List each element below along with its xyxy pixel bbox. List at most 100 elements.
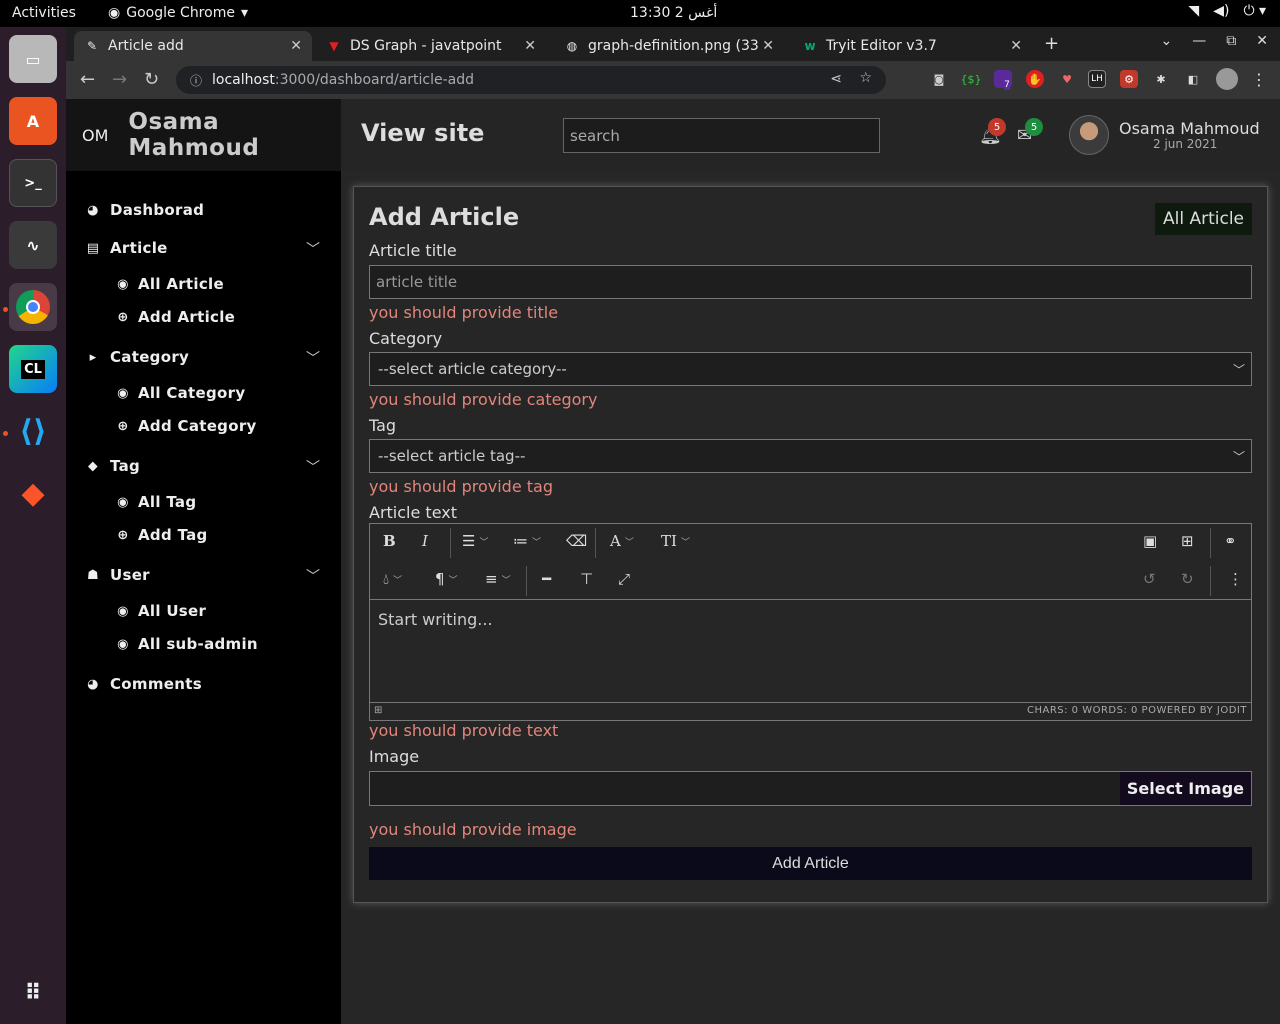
minimize-icon[interactable]: — <box>1192 33 1206 49</box>
brand[interactable]: OM Osama Mahmoud <box>66 99 341 171</box>
software-center-icon[interactable]: A <box>9 97 57 145</box>
profile-avatar[interactable] <box>1216 68 1238 90</box>
address-bar[interactable]: ⓘ localhost :3000/dashboard/article-add … <box>176 66 886 94</box>
bold-icon[interactable]: B <box>383 532 396 550</box>
avatar[interactable] <box>1069 115 1109 155</box>
close-tab-icon[interactable]: ✕ <box>1010 38 1022 54</box>
chrome-menu-icon[interactable]: ⋮ <box>1250 70 1268 89</box>
sidebar-item-tag[interactable]: ⬥ Tag <box>86 457 140 475</box>
screenshot-extension-icon[interactable]: ◙ <box>930 70 948 88</box>
sidebar-item-category[interactable]: ▸ Category <box>86 348 189 366</box>
all-article-button[interactable]: All Article <box>1154 203 1252 235</box>
brave-icon[interactable]: ◆ <box>9 469 57 517</box>
user-name[interactable]: Osama Mahmoud <box>1119 119 1260 138</box>
json-extension-icon[interactable]: {$} <box>961 70 982 88</box>
sidebar-item-add-tag[interactable]: ⊕ Add Tag <box>116 526 208 544</box>
title-input[interactable] <box>369 265 1252 299</box>
image-input[interactable]: Select Image <box>369 771 1252 806</box>
color-drop-icon[interactable]: 💧︎ ﹀ <box>383 570 402 588</box>
editor-content[interactable]: Start writing... <box>378 610 493 629</box>
undo-icon[interactable]: ↺ <box>1143 570 1156 588</box>
chevron-down-icon[interactable]: ﹀ <box>306 566 320 586</box>
chrome-dock-icon[interactable] <box>9 283 57 331</box>
sidebar-item-all-subadmin[interactable]: ◉ All sub-admin <box>116 635 258 653</box>
chevron-down-icon[interactable]: ﹀ <box>306 457 320 477</box>
back-icon[interactable]: ← <box>80 69 95 90</box>
font-size-icon[interactable]: TI ﹀ <box>661 532 690 550</box>
sidebar-item-add-article[interactable]: ⊕ Add Article <box>116 308 235 326</box>
font-icon[interactable]: A ﹀ <box>610 532 634 550</box>
table-icon[interactable]: ⊞ <box>1181 532 1194 550</box>
search-input[interactable] <box>563 118 880 153</box>
side-panel-icon[interactable]: ◧ <box>1184 70 1202 88</box>
view-site-link[interactable]: View site <box>361 119 484 147</box>
site-info-icon[interactable]: ⓘ <box>190 72 202 89</box>
eye-icon: ◉ <box>117 603 129 619</box>
bullet-list-icon[interactable]: ☰ ﹀ <box>462 532 488 550</box>
terminal-icon[interactable]: >_ <box>9 159 57 207</box>
eraser-icon[interactable]: ⌫ <box>566 532 587 550</box>
share-icon[interactable]: ⋖ <box>830 71 842 87</box>
chevron-down-icon[interactable]: ﹀ <box>306 239 320 259</box>
reload-icon[interactable]: ↻ <box>144 69 159 90</box>
bookmark-star-icon[interactable]: ☆ <box>859 70 872 86</box>
close-tab-icon[interactable]: ✕ <box>524 38 536 54</box>
category-select[interactable]: --select article category-- ﹀ <box>369 352 1252 386</box>
italic-icon[interactable]: I <box>422 532 428 550</box>
add-article-submit-button[interactable]: Add Article <box>369 847 1252 880</box>
vscode-icon[interactable]: ⟨⟩ <box>9 407 57 455</box>
format-painter-icon[interactable]: ⊤ <box>580 570 593 588</box>
align-icon[interactable]: ≡ ﹀ <box>485 570 511 588</box>
tab-ds-graph[interactable]: ▼ DS Graph - javatpoint ✕ <box>316 31 546 61</box>
tab-graph-definition[interactable]: ◍ graph-definition.png (332 ✕ <box>554 31 784 61</box>
resize-grip-icon[interactable]: ⊞ <box>374 705 383 716</box>
eye-icon: ◉ <box>117 385 129 401</box>
forward-icon[interactable]: → <box>112 69 127 90</box>
image-icon[interactable]: ▣ <box>1143 532 1157 550</box>
redo-icon[interactable]: ↻ <box>1181 570 1194 588</box>
numbered-list-icon[interactable]: ≔ ﹀ <box>513 532 541 550</box>
toolbar-divider <box>1210 566 1211 596</box>
horizontal-rule-icon[interactable]: ━ <box>542 570 551 588</box>
adblock-icon[interactable]: ✋ <box>1026 70 1044 88</box>
user-date: 2 jun 2021 <box>1153 137 1218 151</box>
activities-button[interactable]: Activities <box>12 5 76 21</box>
new-tab-icon[interactable]: + <box>1044 33 1059 54</box>
sidebar-item-all-user[interactable]: ◉ All User <box>116 602 206 620</box>
clion-icon[interactable]: CL <box>9 345 57 393</box>
sidebar-item-dashboard[interactable]: ◕ Dashborad <box>86 201 204 219</box>
sidebar-item-add-category[interactable]: ⊕ Add Category <box>116 417 257 435</box>
paragraph-icon[interactable]: ¶ ﹀ <box>435 570 458 588</box>
sidebar-item-all-tag[interactable]: ◉ All Tag <box>116 493 196 511</box>
sidebar-item-article[interactable]: ▤ Article <box>86 239 168 257</box>
select-image-button[interactable]: Select Image <box>1119 772 1251 805</box>
more-options-icon[interactable]: ⋮ <box>1228 570 1243 588</box>
chevron-down-icon[interactable]: ﹀ <box>306 348 320 368</box>
files-icon[interactable]: ▭ <box>9 35 57 83</box>
link-icon[interactable]: ⚭ <box>1224 532 1237 550</box>
puzzle-extensions-icon[interactable]: ✱ <box>1152 70 1170 88</box>
extension-badge-icon[interactable]: 7 <box>994 70 1012 90</box>
tools-extension-icon[interactable]: ⚙ <box>1120 70 1138 88</box>
sidebar-item-comments[interactable]: ◕ Comments <box>86 675 202 693</box>
maximize-icon[interactable]: ⧉ <box>1226 33 1236 49</box>
clock[interactable]: 13:30 2 أغس <box>630 5 717 21</box>
tab-article-add[interactable]: ✎ Article add ✕ <box>74 31 312 61</box>
system-monitor-icon[interactable]: ∿ <box>9 221 57 269</box>
tab-search-icon[interactable]: ⌄ <box>1161 33 1173 49</box>
heart-extension-icon[interactable]: ♥ <box>1058 70 1076 88</box>
sidebar-item-all-category[interactable]: ◉ All Category <box>116 384 245 402</box>
sidebar-item-user[interactable]: ☗ User <box>86 566 150 584</box>
lighthouse-icon[interactable]: LH <box>1088 70 1106 88</box>
tag-selected-value: --select article tag-- <box>378 447 526 465</box>
system-tray[interactable]: ◥ ◀) ⏻ ▾ <box>1188 3 1266 19</box>
close-tab-icon[interactable]: ✕ <box>290 38 302 54</box>
close-window-icon[interactable]: ✕ <box>1256 33 1268 49</box>
fullscreen-icon[interactable]: ⤢ <box>618 570 630 588</box>
app-menu[interactable]: ◉ Google Chrome ▾ <box>108 5 248 21</box>
show-apps-icon[interactable]: ⠿ <box>9 969 57 1017</box>
tag-select[interactable]: --select article tag-- ﹀ <box>369 439 1252 473</box>
close-tab-icon[interactable]: ✕ <box>758 38 774 54</box>
sidebar-item-all-article[interactable]: ◉ All Article <box>116 275 224 293</box>
tab-tryit-editor[interactable]: w Tryit Editor v3.7 ✕ <box>792 31 1032 61</box>
